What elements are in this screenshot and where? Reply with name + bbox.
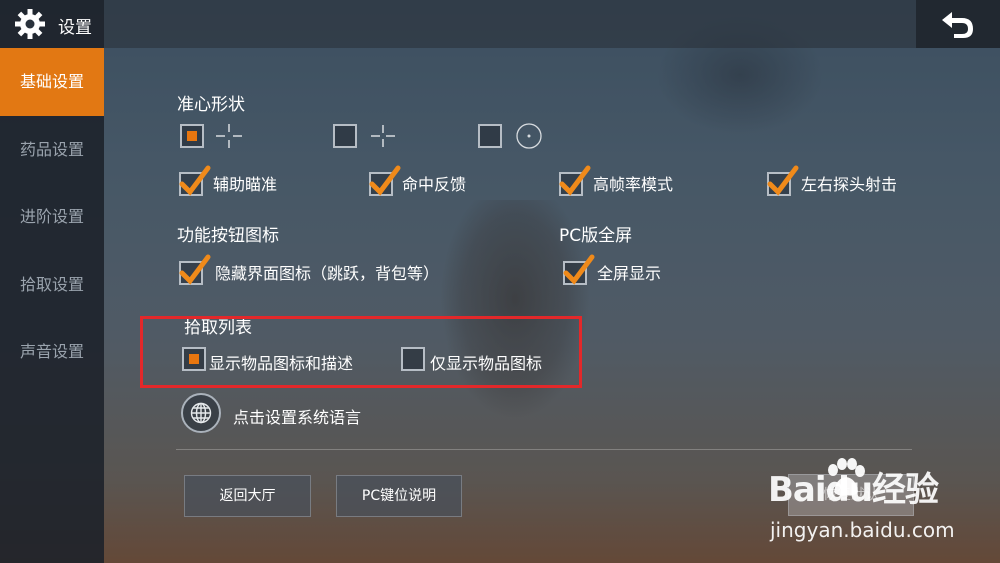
page-title: 设置 xyxy=(58,18,92,38)
checkmark-icon xyxy=(179,165,211,196)
crosshair-small-icon xyxy=(371,125,395,147)
back-button[interactable] xyxy=(916,0,1000,48)
checkmark-icon xyxy=(559,165,591,196)
pc-fullscreen-title: PC版全屏 xyxy=(559,226,633,246)
pc-keys-button[interactable]: PC键位说明 xyxy=(336,475,462,517)
return-lobby-button[interactable]: 返回大厅 xyxy=(184,475,311,517)
peek-shoot-label: 左右探头射击 xyxy=(801,175,898,194)
function-buttons-title: 功能按钮图标 xyxy=(177,226,279,246)
sidebar-item-advanced[interactable]: 进阶设置 xyxy=(0,183,104,251)
hit-feedback-checkbox[interactable] xyxy=(367,164,403,200)
sidebar-item-sound[interactable]: 声音设置 xyxy=(0,318,104,386)
hit-feedback-label: 命中反馈 xyxy=(402,175,467,194)
crosshair-option-1-checkbox[interactable] xyxy=(180,124,204,148)
baidu-watermark: Baidu经验 jingyan.baidu.com xyxy=(768,456,1000,563)
watermark-logo-text: Baidu经验 xyxy=(768,470,939,510)
crosshair-section-title: 准心形状 xyxy=(177,95,245,115)
language-label[interactable]: 点击设置系统语言 xyxy=(233,404,361,428)
divider xyxy=(176,449,912,450)
high-fps-checkbox[interactable] xyxy=(557,164,593,200)
checkmark-icon xyxy=(767,165,799,196)
sidebar-item-basic[interactable]: 基础设置 xyxy=(0,48,104,116)
hide-ui-icons-label: 隐藏界面图标（跳跃，背包等） xyxy=(215,264,440,283)
crosshair-circle-icon xyxy=(516,123,542,149)
language-globe-button[interactable] xyxy=(181,393,221,433)
crosshair-option-2-checkbox[interactable] xyxy=(333,124,357,148)
peek-shoot-checkbox[interactable] xyxy=(765,164,801,200)
fullscreen-checkbox[interactable] xyxy=(561,253,597,289)
sidebar: 基础设置 药品设置 进阶设置 拾取设置 声音设置 xyxy=(0,48,104,563)
return-arrow-icon xyxy=(942,12,973,38)
checkmark-icon xyxy=(179,254,211,285)
hide-ui-icons-checkbox[interactable] xyxy=(177,253,213,289)
high-fps-label: 高帧率模式 xyxy=(593,175,674,194)
crosshair-gap-icon xyxy=(216,124,242,148)
sidebar-item-pickup[interactable]: 拾取设置 xyxy=(0,251,104,319)
assist-aim-label: 辅助瞄准 xyxy=(213,175,278,194)
assist-aim-checkbox[interactable] xyxy=(177,164,213,200)
crosshair-option-3-checkbox[interactable] xyxy=(478,124,502,148)
globe-icon xyxy=(190,402,212,424)
checkbox-fill xyxy=(187,131,197,141)
gear-icon xyxy=(15,9,45,39)
checkmark-icon xyxy=(369,165,401,196)
top-bar xyxy=(0,0,1000,48)
annotation-highlight-box xyxy=(140,316,582,388)
watermark-url: jingyan.baidu.com xyxy=(770,518,955,542)
title-area: 设置 xyxy=(0,0,104,48)
sidebar-item-medicine[interactable]: 药品设置 xyxy=(0,116,104,184)
fullscreen-label: 全屏显示 xyxy=(597,264,662,283)
checkmark-icon xyxy=(563,254,595,285)
